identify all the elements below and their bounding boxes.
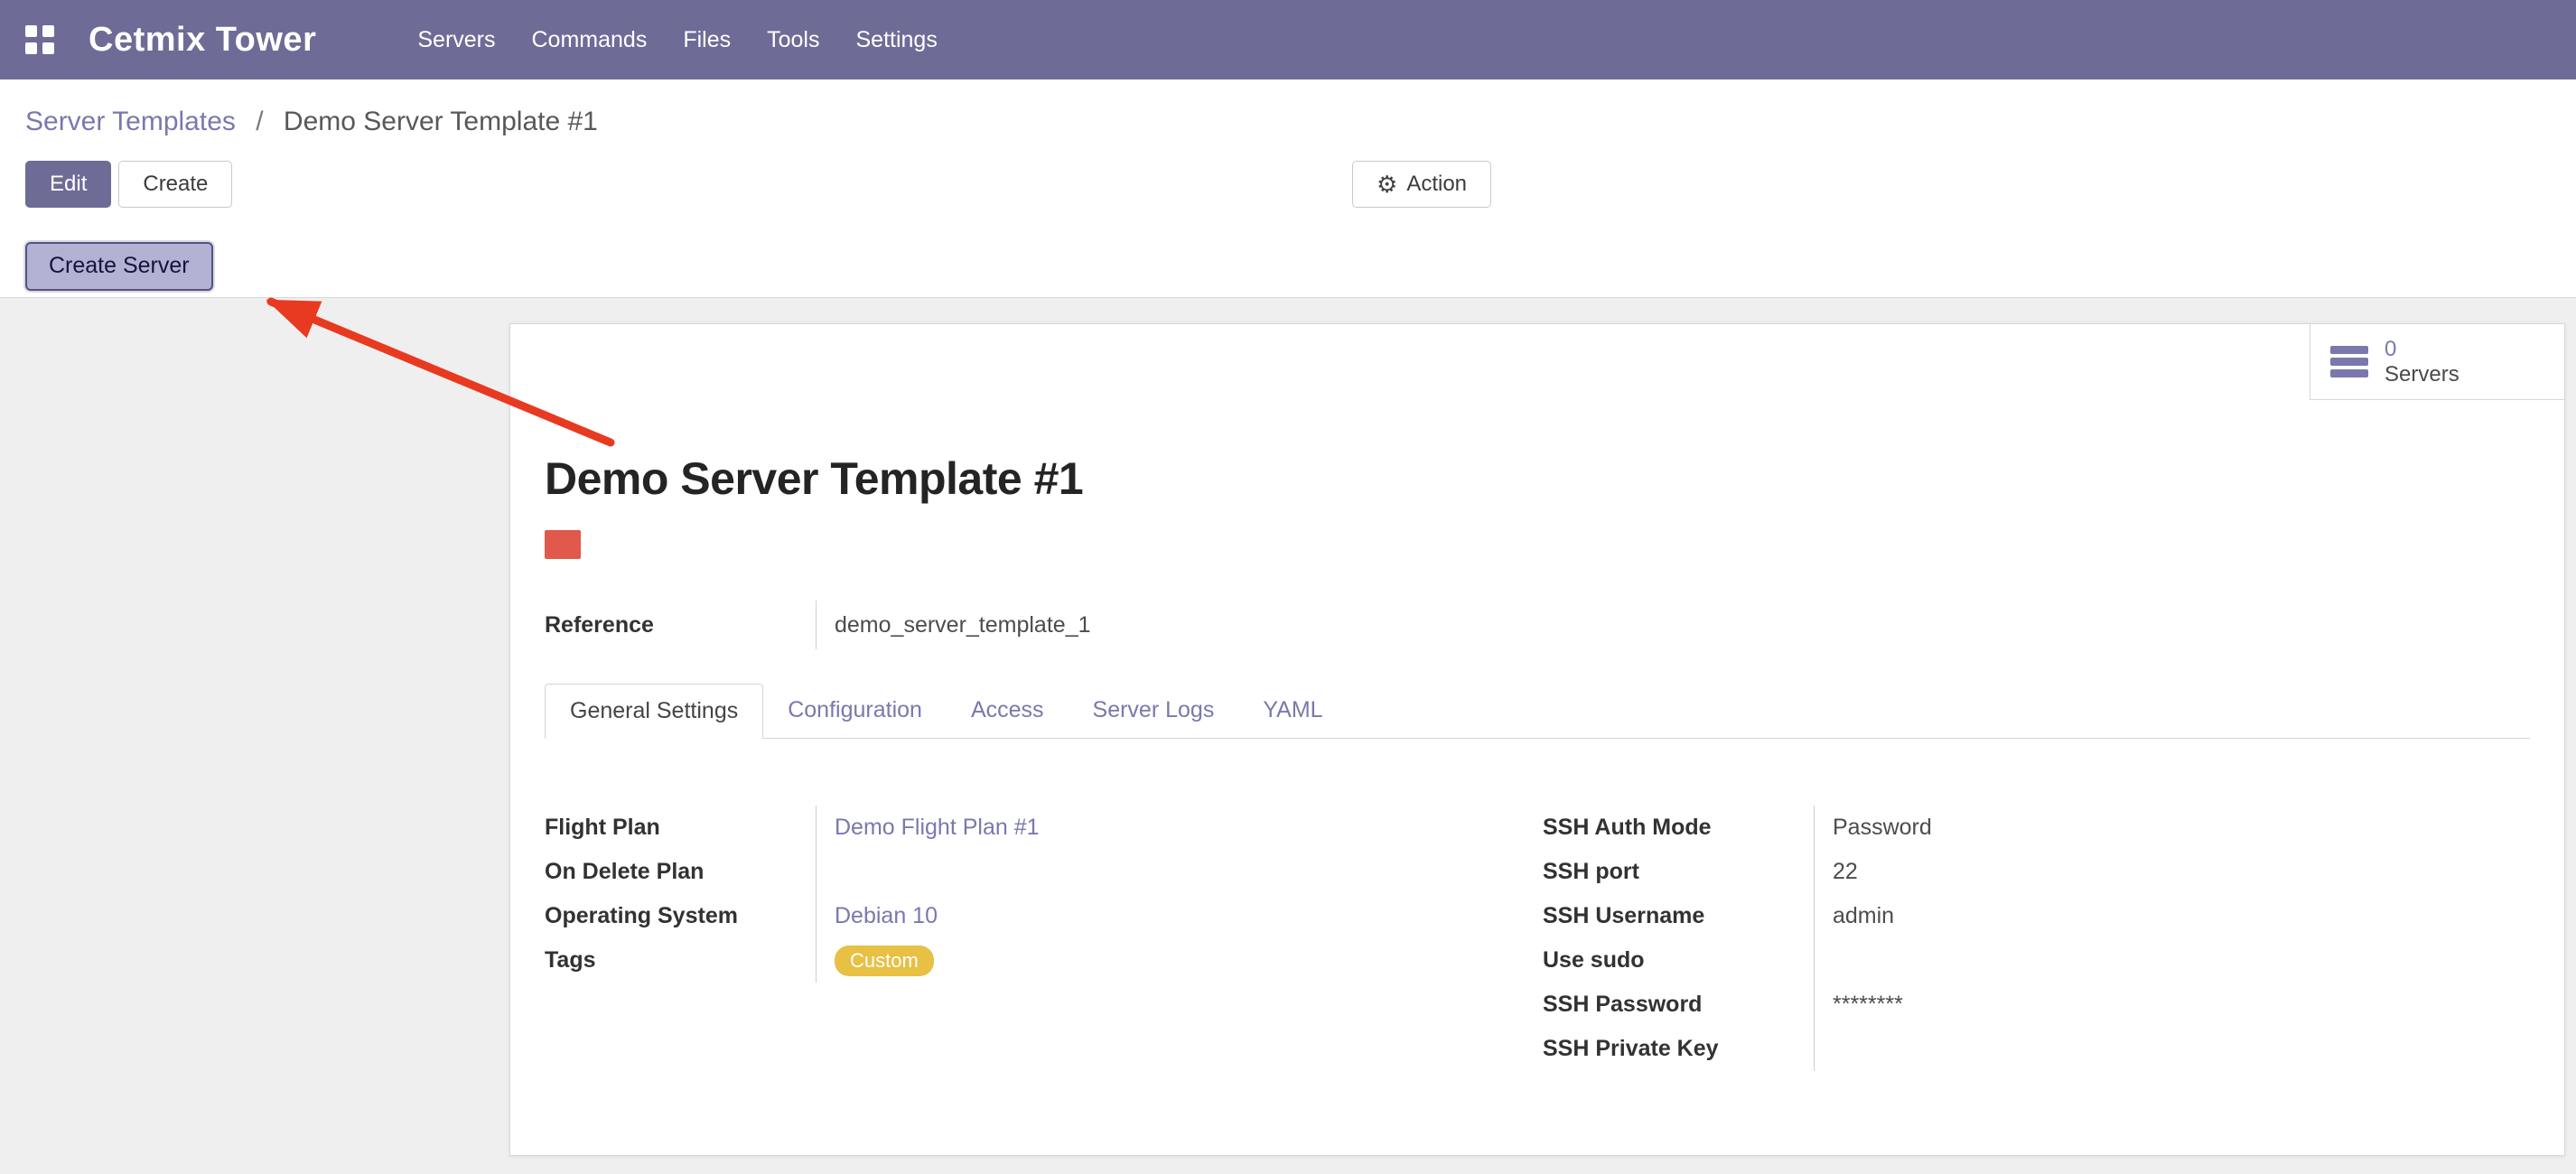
notebook-tabs: General Settings Configuration Access Se… (545, 684, 2530, 739)
reference-value: demo_server_template_1 (816, 601, 2530, 649)
edit-button[interactable]: Edit (25, 161, 111, 208)
field-value-on-delete-plan (816, 850, 1543, 894)
color-swatch[interactable] (545, 530, 581, 559)
field-value-ssh-username: admin (1814, 894, 2530, 938)
reference-row: Reference demo_server_template_1 (545, 601, 2530, 649)
apps-grid-square (25, 25, 37, 37)
tab-configuration[interactable]: Configuration (763, 684, 947, 738)
field-value-ssh-auth-mode: Password (1814, 806, 2530, 850)
control-panel: Server Templates / Demo Server Template … (0, 79, 2576, 235)
right-field-column: SSH Auth Mode Password SSH port 22 SSH U… (1543, 806, 2530, 1071)
field-label-ssh-auth-mode: SSH Auth Mode (1543, 806, 1814, 850)
breadcrumb-separator: / (256, 107, 263, 136)
breadcrumb-current: Demo Server Template #1 (284, 107, 598, 136)
field-label-ssh-password: SSH Password (1543, 983, 1814, 1027)
menu-item-commands[interactable]: Commands (532, 27, 648, 53)
tab-server-logs[interactable]: Server Logs (1069, 684, 1239, 738)
field-value-ssh-password: ******** (1814, 983, 2530, 1027)
menu-item-settings[interactable]: Settings (856, 27, 938, 53)
button-row: Edit Create ⚙ Action (25, 161, 2551, 208)
apps-grid-square (42, 42, 54, 54)
breadcrumb-parent[interactable]: Server Templates (25, 107, 236, 136)
left-field-column: Flight Plan Demo Flight Plan #1 On Delet… (545, 806, 1543, 1071)
field-value-use-sudo (1814, 938, 2530, 983)
main-menu: Servers Commands Files Tools Settings (417, 27, 937, 53)
field-label-operating-system: Operating System (545, 894, 816, 938)
action-button-label: Action (1406, 172, 1467, 197)
servers-stat-text: 0 Servers (2385, 337, 2459, 387)
field-value-flight-plan[interactable]: Demo Flight Plan #1 (816, 806, 1543, 850)
gear-icon: ⚙ (1377, 171, 1397, 199)
apps-grid-icon[interactable] (25, 25, 54, 54)
tab-access[interactable]: Access (947, 684, 1069, 738)
tab-general-settings[interactable]: General Settings (545, 684, 763, 739)
field-label-on-delete-plan: On Delete Plan (545, 850, 816, 894)
servers-stat-button[interactable]: 0 Servers (2310, 324, 2564, 400)
breadcrumb: Server Templates / Demo Server Template … (25, 103, 2551, 141)
field-label-tags: Tags (545, 938, 816, 983)
field-value-operating-system[interactable]: Debian 10 (816, 894, 1543, 938)
create-server-button[interactable]: Create Server (25, 242, 213, 291)
field-columns: Flight Plan Demo Flight Plan #1 On Delet… (545, 806, 2530, 1071)
menu-item-files[interactable]: Files (683, 27, 731, 53)
action-button[interactable]: ⚙ Action (1352, 161, 1491, 208)
apps-grid-square (42, 25, 54, 37)
reference-label: Reference (545, 601, 816, 649)
field-label-ssh-username: SSH Username (1543, 894, 1814, 938)
app-brand[interactable]: Cetmix Tower (89, 21, 316, 60)
top-navbar: Cetmix Tower Servers Commands Files Tool… (0, 0, 2576, 79)
field-value-ssh-private-key (1814, 1027, 2530, 1071)
field-value-ssh-port: 22 (1814, 850, 2530, 894)
servers-icon (2330, 345, 2368, 379)
field-label-ssh-private-key: SSH Private Key (1543, 1027, 1814, 1071)
create-button[interactable]: Create (118, 161, 232, 208)
field-label-use-sudo: Use sudo (1543, 938, 1814, 983)
status-bar: Create Server (0, 235, 2576, 298)
servers-count-label: Servers (2385, 362, 2459, 387)
apps-grid-square (25, 42, 37, 54)
content-area: 0 Servers Demo Server Template #1 Refere… (0, 298, 2576, 1174)
menu-item-tools[interactable]: Tools (767, 27, 819, 53)
menu-item-servers[interactable]: Servers (417, 27, 495, 53)
tag-badge-custom[interactable]: Custom (835, 946, 934, 976)
servers-count: 0 (2385, 337, 2459, 362)
form-sheet: 0 Servers Demo Server Template #1 Refere… (509, 323, 2565, 1156)
tab-yaml[interactable]: YAML (1238, 684, 1347, 738)
field-value-tags: Custom (816, 938, 1543, 983)
field-label-ssh-port: SSH port (1543, 850, 1814, 894)
record-title: Demo Server Template #1 (545, 452, 2530, 505)
field-label-flight-plan: Flight Plan (545, 806, 816, 850)
